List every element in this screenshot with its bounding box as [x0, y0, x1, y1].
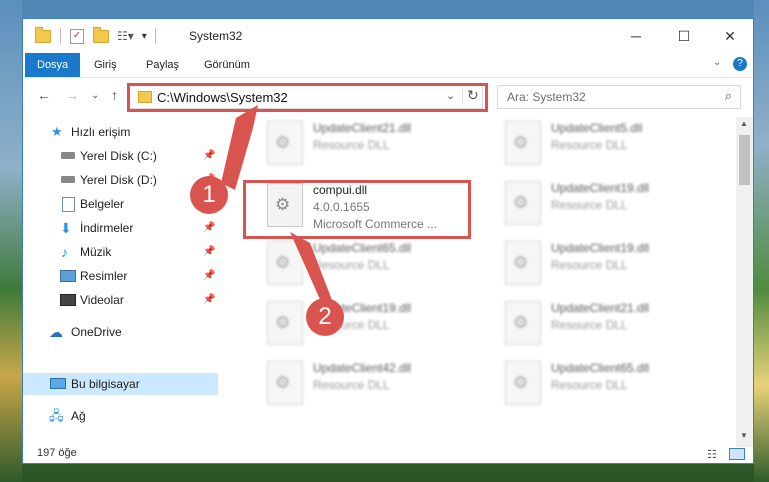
- step-badge-2: 2: [306, 298, 344, 336]
- arrow-1: [221, 105, 258, 190]
- annotation-arrows: [221, 105, 332, 304]
- step-badge-1: 1: [190, 176, 228, 214]
- arrow-2: [290, 232, 332, 304]
